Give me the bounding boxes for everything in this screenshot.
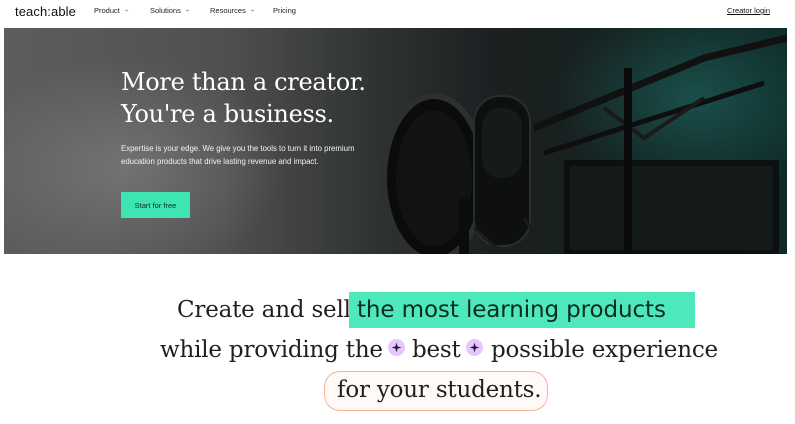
podcast-microphone-image <box>4 28 787 254</box>
headline-line3: for your students. <box>337 377 542 403</box>
hero-subtitle: Expertise is your edge. We give you the … <box>121 144 355 166</box>
hero-banner: More than a creator. You're a business. … <box>4 28 787 254</box>
top-nav: teach:able Product Solutions Resources P… <box>0 0 795 24</box>
hero-title-line2: You're a business. <box>121 100 334 128</box>
sparkle-icon <box>388 339 405 356</box>
nav-item-pricing[interactable]: Pricing <box>273 6 296 15</box>
nav-item-label: Resources <box>210 6 246 15</box>
chevron-down-icon <box>250 9 255 12</box>
nav-item-label: Pricing <box>273 6 296 15</box>
headline-line1-prefix: Create and sell <box>177 297 351 323</box>
sparkle-icon <box>466 339 483 356</box>
headline-line2-suffix: possible experience <box>491 337 718 363</box>
headline-line2-middle: best <box>412 337 461 363</box>
hero-title-line1: More than a creator. <box>121 68 366 96</box>
chevron-down-icon <box>185 9 190 12</box>
start-for-free-button[interactable]: Start for free <box>121 192 190 218</box>
hero-title: More than a creator. You're a business. <box>121 66 366 130</box>
headline-line-3: for your students. <box>0 370 795 411</box>
headline-line-2: while providing the best possible experi… <box>0 330 795 368</box>
nav-item-product[interactable]: Product <box>94 6 129 15</box>
nav-item-resources[interactable]: Resources <box>210 6 255 15</box>
chevron-down-icon <box>124 9 129 12</box>
creator-login-link[interactable]: Creator login <box>727 6 770 15</box>
headline-line-1: Create and sell the most learning produc… <box>0 290 795 328</box>
teachable-logo[interactable]: teach:able <box>15 4 76 19</box>
headline-line2-prefix: while providing the <box>160 337 383 363</box>
nav-item-label: Product <box>94 6 120 15</box>
nav-item-label: Solutions <box>150 6 181 15</box>
nav-item-solutions[interactable]: Solutions <box>150 6 190 15</box>
headline-line1-highlight: the most learning products <box>357 297 666 323</box>
